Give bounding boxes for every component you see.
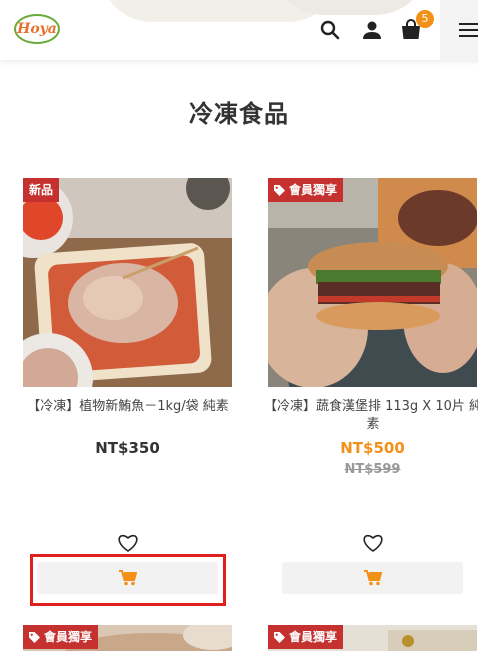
site-header: Hoya 5 — [0, 0, 478, 62]
badge-label: 會員獨享 — [289, 630, 338, 644]
member-exclusive-badge: 會員獨享 — [268, 625, 344, 649]
product-image[interactable]: 會員獨享 — [268, 178, 477, 387]
search-icon[interactable] — [318, 18, 342, 42]
brand-logo[interactable]: Hoya — [14, 14, 60, 44]
cart-icon — [363, 570, 382, 586]
product-price: NT$350 — [95, 439, 160, 457]
product-card: 會員獨享 — [268, 625, 478, 651]
highlight-annotation — [30, 554, 226, 606]
heart-icon[interactable] — [117, 533, 139, 553]
badge-label: 會員獨享 — [44, 630, 93, 644]
tag-icon — [274, 631, 285, 643]
new-product-badge: 新品 — [23, 178, 60, 202]
product-image[interactable]: 會員獨享 — [268, 625, 477, 651]
user-icon[interactable] — [360, 18, 384, 42]
product-card: 會員獨享 【冷凍】蔬食漢堡排 113g X 10片 純素 NT$500 NT$5… — [264, 178, 478, 594]
product-name[interactable]: 【冷凍】植物新鮪魚－1kg/袋 純素 — [17, 398, 239, 416]
hamburger-menu-icon[interactable] — [459, 22, 478, 38]
member-exclusive-badge: 會員獨享 — [23, 625, 99, 649]
product-card: 新品 【冷凍】植物新鮪魚－1kg/袋 純素 NT$350 — [23, 178, 233, 606]
product-sale-price: NT$500 — [340, 439, 405, 457]
logo-text: Hoya — [17, 21, 57, 37]
product-card: 會員獨享 — [23, 625, 233, 651]
tag-icon — [29, 631, 40, 643]
product-name[interactable]: 【冷凍】蔬食漢堡排 113g X 10片 純素 — [262, 398, 478, 434]
badge-label: 會員獨享 — [289, 183, 338, 197]
cart-count-badge: 5 — [416, 10, 434, 28]
tag-icon — [274, 184, 285, 196]
section-title: 冷凍食品 — [189, 100, 289, 128]
badge-label: 新品 — [29, 183, 54, 197]
add-to-cart-button[interactable] — [282, 562, 463, 594]
member-exclusive-badge: 會員獨享 — [268, 178, 344, 202]
product-image[interactable]: 會員獨享 — [23, 625, 232, 651]
heart-icon[interactable] — [362, 533, 384, 553]
product-original-price: NT$599 — [344, 462, 401, 477]
product-image[interactable]: 新品 — [23, 178, 232, 387]
